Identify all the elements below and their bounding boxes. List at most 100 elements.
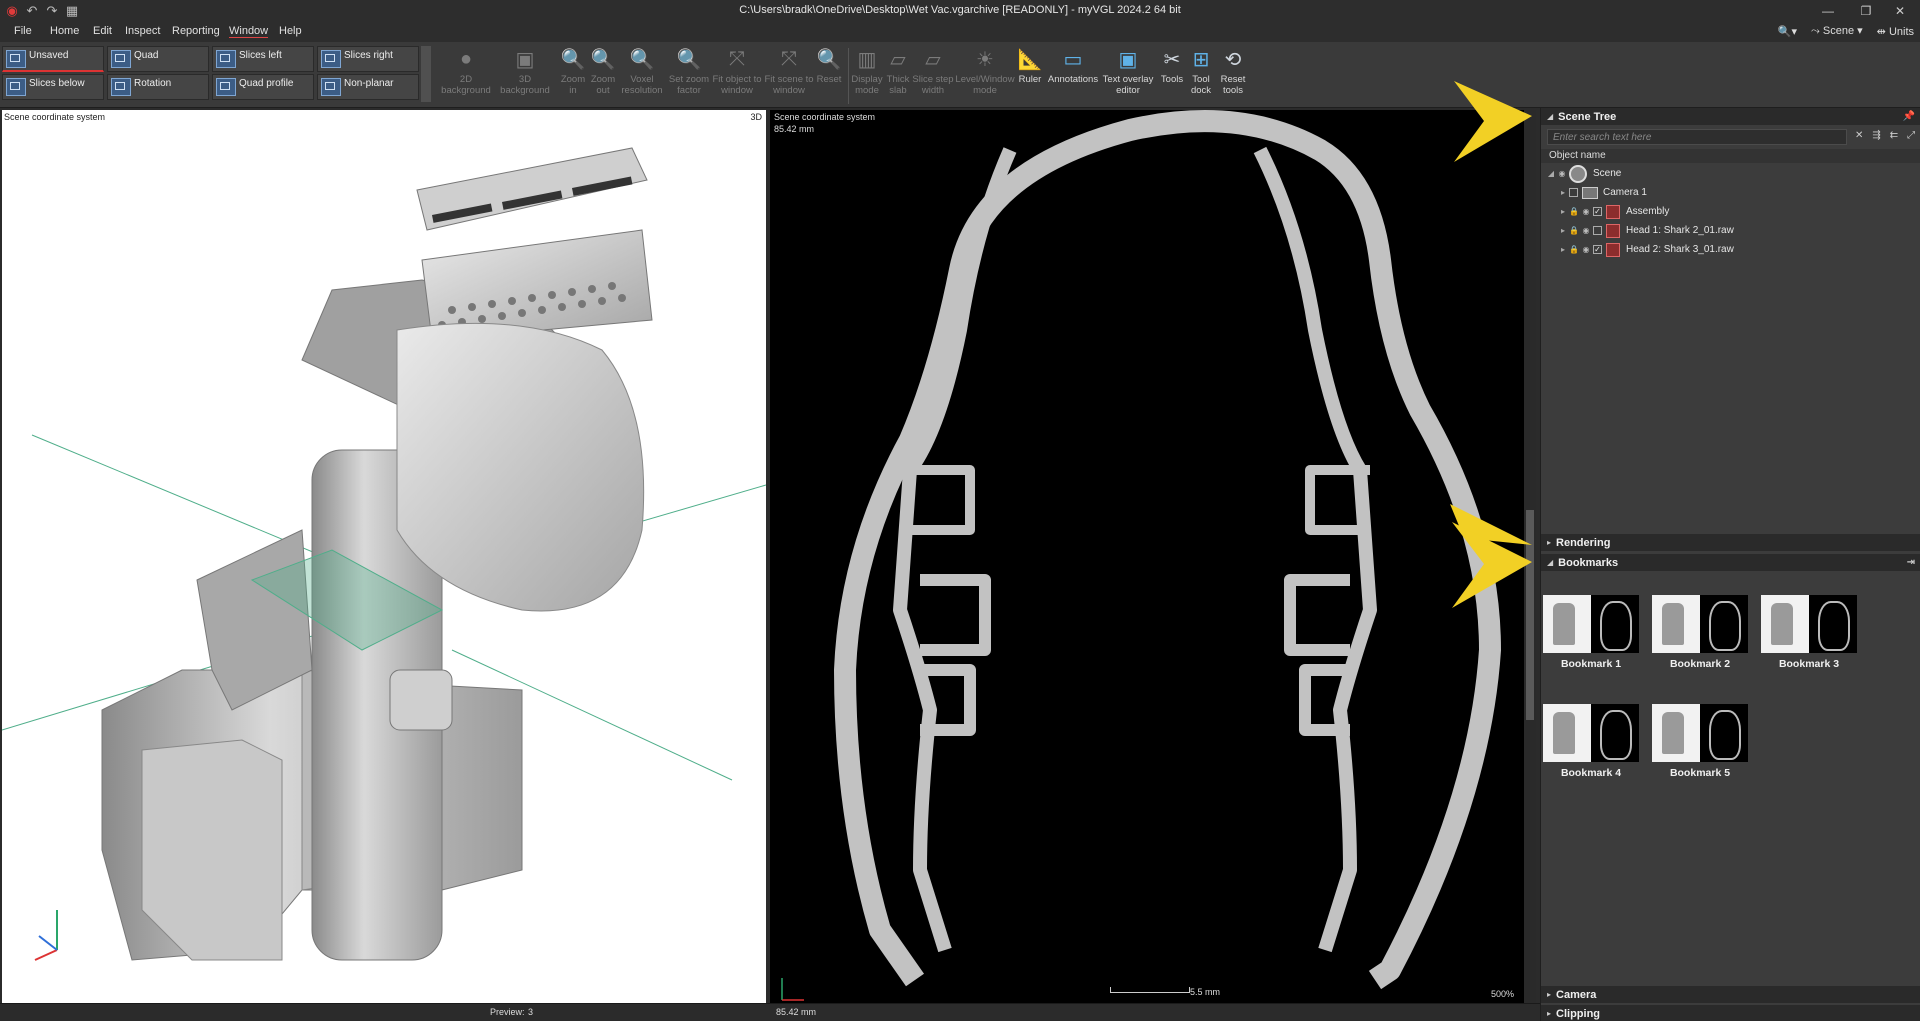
- unpin-icon[interactable]: ⇥: [1907, 557, 1915, 568]
- rendering-section-header[interactable]: ▸ Rendering: [1541, 534, 1920, 551]
- menu-inspect[interactable]: Inspect: [125, 25, 160, 37]
- layout-rotation[interactable]: Rotation: [107, 74, 209, 100]
- volume-icon: [1606, 204, 1620, 219]
- expand-arrow-icon[interactable]: ▸: [1557, 226, 1569, 235]
- tree-row-scene[interactable]: ◢ ◉ Scene: [1545, 164, 1621, 183]
- visibility-checkbox[interactable]: ✓: [1593, 207, 1602, 216]
- menu-help[interactable]: Help: [279, 25, 302, 37]
- visibility-checkbox[interactable]: ✓: [1593, 245, 1602, 254]
- set-zoom-factor-button[interactable]: 🔍 Set zoom factor: [666, 46, 712, 97]
- tool-dock-button[interactable]: ⊞ Tool dock: [1186, 46, 1216, 97]
- voxel-resolution-button[interactable]: 🔍 Voxel resolution: [620, 46, 664, 97]
- layout-quad-profile[interactable]: Quad profile: [212, 74, 314, 100]
- eye-icon[interactable]: ◉: [1557, 169, 1567, 179]
- bookmark-thumbnail: [1543, 595, 1639, 653]
- bookmark-1[interactable]: Bookmark 1: [1541, 595, 1641, 670]
- level-window-button[interactable]: ☀ Level/Window mode: [954, 46, 1016, 97]
- scene-tree-search-input[interactable]: Enter search text here: [1547, 129, 1847, 145]
- bookmark-2[interactable]: Bookmark 2: [1650, 595, 1750, 670]
- pin-icon[interactable]: 📌: [1903, 111, 1915, 122]
- layout-icon: [321, 50, 341, 68]
- visibility-checkbox[interactable]: [1569, 188, 1578, 197]
- scale-bar: [1110, 987, 1190, 993]
- zoom-in-button[interactable]: 🔍 Zoom in: [556, 46, 590, 97]
- clear-search-icon[interactable]: ✕: [1855, 130, 1863, 141]
- layout-slices-right[interactable]: Slices right: [317, 46, 419, 72]
- expand-arrow-icon[interactable]: ◢: [1545, 169, 1557, 178]
- slice-step-button[interactable]: ▱ Slice step width: [912, 46, 954, 97]
- rendered-ct-slice: [781, 110, 1501, 1001]
- layout-non-planar[interactable]: Non-planar: [317, 74, 419, 100]
- volume-icon: [1606, 242, 1620, 257]
- layout-slices-below[interactable]: Slices below: [2, 74, 104, 100]
- units-selector[interactable]: ⇹ Units: [1877, 25, 1914, 38]
- close-icon[interactable]: ✕: [1880, 0, 1920, 22]
- reset-zoom-icon: 🔍: [816, 48, 842, 71]
- tool-dock-icon: ⊞: [1192, 48, 1210, 71]
- menu-home[interactable]: Home: [50, 25, 79, 37]
- tree-row-assembly[interactable]: ▸ 🔒 ◉ ✓ Assembly: [1557, 202, 1669, 221]
- bookmark-5[interactable]: Bookmark 5: [1650, 704, 1750, 779]
- yellow-arrow-top: [1454, 81, 1532, 162]
- tree-row-head-1[interactable]: ▸ 🔒 ◉ Head 1: Shark 2_01.raw: [1557, 221, 1734, 240]
- menu-reporting[interactable]: Reporting: [172, 25, 220, 37]
- annotations-button[interactable]: ▭ Annotations: [1046, 46, 1100, 86]
- lock-icon[interactable]: 🔒: [1569, 207, 1579, 217]
- camera-section-header[interactable]: ▸ Camera: [1541, 986, 1920, 1003]
- bookmark-3[interactable]: Bookmark 3: [1759, 595, 1859, 670]
- search-icon[interactable]: 🔍▾: [1778, 25, 1797, 38]
- reset-tools-button[interactable]: ⟲ Reset tools: [1216, 46, 1250, 97]
- layout-slices-left[interactable]: Slices left: [212, 46, 314, 72]
- eye-icon[interactable]: ◉: [1581, 245, 1591, 255]
- menu-edit[interactable]: Edit: [93, 25, 112, 37]
- viewport-3d-tag: 3D: [750, 112, 762, 122]
- bookmarks-section-header[interactable]: ◢ Bookmarks ⇥: [1541, 554, 1920, 571]
- layout-quad[interactable]: Quad: [107, 46, 209, 72]
- object-name-column[interactable]: Object name: [1541, 149, 1920, 163]
- annotations-icon: ▭: [1063, 48, 1083, 71]
- collapse-all-icon[interactable]: ⇇: [1890, 130, 1898, 141]
- tree-row-head-2[interactable]: ▸ 🔒 ◉ ✓ Head 2: Shark 3_01.raw: [1557, 240, 1734, 259]
- background-3d-button[interactable]: ▣ 3D background: [495, 46, 555, 97]
- bookmark-4[interactable]: Bookmark 4: [1541, 704, 1641, 779]
- level-window-icon: ☀: [976, 48, 994, 71]
- preview-value[interactable]: 3: [528, 1007, 533, 1017]
- thick-slab-button[interactable]: ▱ Thick slab: [882, 46, 914, 97]
- scene-selector[interactable]: ⤳ Scene ▾: [1811, 24, 1863, 38]
- volume-icon: [1606, 223, 1620, 238]
- background-2d-button[interactable]: ● 2D background: [436, 46, 496, 97]
- bookmark-thumbnail: [1761, 595, 1857, 653]
- ruler-button[interactable]: 📐 Ruler: [1014, 46, 1046, 86]
- lock-icon[interactable]: 🔒: [1569, 226, 1579, 236]
- minimize-icon[interactable]: —: [1808, 0, 1848, 22]
- menu-bar: File Home Edit Inspect Reporting Window …: [0, 22, 1920, 42]
- eye-icon[interactable]: ◉: [1581, 207, 1591, 217]
- viewport-2d-distance: 85.42 mm: [774, 124, 815, 134]
- visibility-checkbox[interactable]: [1593, 226, 1602, 235]
- expand-arrow-icon[interactable]: ▸: [1557, 207, 1569, 216]
- fit-object-button[interactable]: ⤧ Fit object to window: [712, 46, 762, 97]
- layout-unsaved[interactable]: Unsaved: [2, 46, 104, 72]
- menu-window[interactable]: Window: [229, 25, 269, 38]
- viewport-3d[interactable]: Scene coordinate system 3D: [2, 110, 766, 1003]
- menu-file[interactable]: File: [14, 25, 32, 37]
- zoom-out-button[interactable]: 🔍 Zoom out: [586, 46, 620, 97]
- fit-scene-button[interactable]: ⤧ Fit scene to window: [763, 46, 815, 97]
- search-tools: ✕ ⇶ ⇇ ⤢: [1855, 130, 1915, 141]
- expand-arrow-icon[interactable]: ▸: [1557, 188, 1569, 197]
- layout-gallery-scroll[interactable]: [421, 46, 431, 102]
- reset-zoom-button[interactable]: 🔍 Reset: [813, 46, 845, 86]
- clipping-section-header[interactable]: ▸ Clipping: [1541, 1005, 1920, 1021]
- filter-icon[interactable]: ⇶: [1872, 130, 1880, 141]
- lock-icon[interactable]: 🔒: [1569, 245, 1579, 255]
- tools-button[interactable]: ✂ Tools: [1158, 46, 1186, 86]
- tree-row-camera[interactable]: ▸ Camera 1: [1557, 183, 1647, 202]
- display-mode-button[interactable]: ▥ Display mode: [850, 46, 884, 97]
- scene-icon: ⤳: [1811, 25, 1823, 37]
- scene-tree-header[interactable]: ◢ Scene Tree 📌: [1541, 108, 1920, 125]
- eye-icon[interactable]: ◉: [1581, 226, 1591, 236]
- text-overlay-button[interactable]: ▣ Text overlay editor: [1098, 46, 1158, 97]
- expand-arrow-icon[interactable]: ▸: [1557, 245, 1569, 254]
- expand-all-icon[interactable]: ⤢: [1907, 130, 1915, 141]
- viewport-2d[interactable]: Scene coordinate system 85.42 mm 5.5 mm …: [770, 110, 1524, 1003]
